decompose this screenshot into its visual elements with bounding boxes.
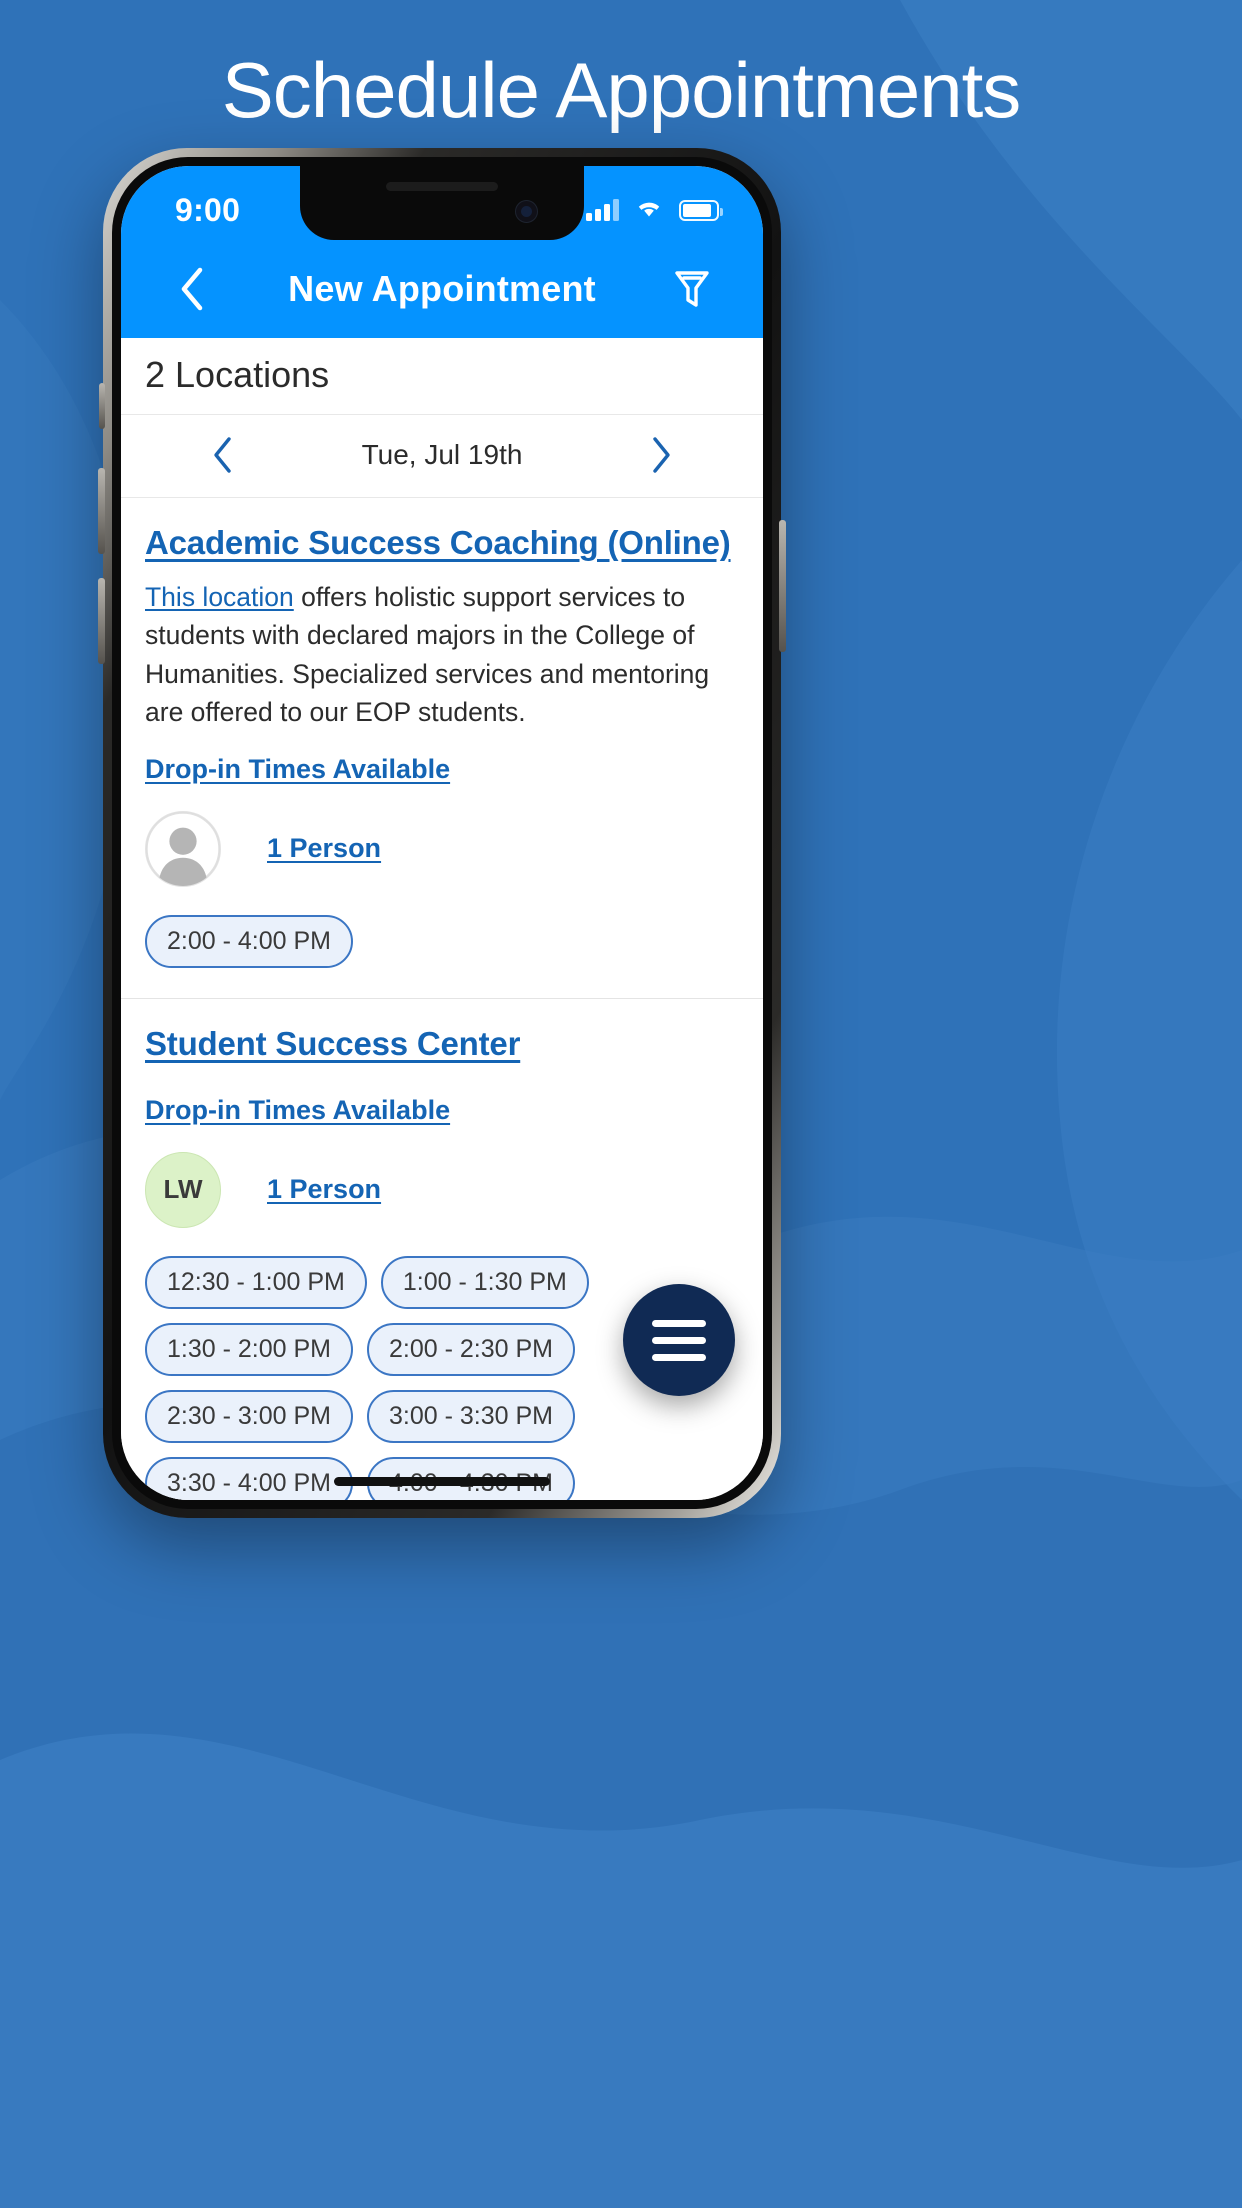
status-bar-time: 9:00 [175, 191, 241, 228]
time-slot-chip[interactable]: 3:00 - 3:30 PM [366, 1389, 575, 1443]
wifi-icon [635, 197, 663, 224]
earpiece-speaker-icon [386, 182, 498, 191]
phone-mute-switch [99, 383, 105, 429]
chevron-left-icon [214, 437, 231, 473]
dropin-times-link[interactable]: Drop-in Times Available [145, 754, 450, 785]
staff-row: LW 1 Person [145, 1151, 739, 1228]
avatar-initials: LW [145, 1151, 221, 1228]
person-silhouette-icon [146, 811, 220, 886]
phone-volume-up-button [98, 468, 105, 554]
filter-button[interactable] [661, 258, 723, 320]
location-description: This location offers holistic support se… [145, 578, 739, 732]
time-slot-chip[interactable]: 1:30 - 2:00 PM [145, 1322, 353, 1376]
next-day-button[interactable] [635, 429, 687, 481]
this-location-link[interactable]: This location [145, 582, 294, 612]
time-slot-list: 2:00 - 4:00 PM [145, 914, 739, 968]
dropin-times-link[interactable]: Drop-in Times Available [145, 1095, 450, 1126]
date-navigator: Tue, Jul 19th [121, 415, 763, 498]
page-title: Schedule Appointments [221, 46, 1022, 134]
menu-fab-button[interactable] [623, 1284, 735, 1396]
front-camera-icon [515, 200, 538, 223]
location-name-link[interactable]: Student Success Center [145, 1025, 520, 1063]
person-count-link[interactable]: 1 Person [267, 833, 381, 864]
previous-day-button[interactable] [197, 429, 249, 481]
cellular-signal-icon [586, 199, 619, 221]
battery-icon [679, 199, 723, 221]
person-count-link[interactable]: 1 Person [267, 1174, 381, 1205]
staff-row: 1 Person [145, 810, 739, 887]
phone-bezel: 9:00 New Appointment 2 Locations Tue, Ju… [112, 157, 772, 1509]
status-bar-icons [586, 197, 723, 224]
avatar [145, 810, 221, 887]
phone-mockup: 9:00 New Appointment 2 Locations Tue, Ju… [98, 148, 786, 1518]
time-slot-chip[interactable]: 2:30 - 3:00 PM [145, 1389, 353, 1443]
hamburger-menu-icon [652, 1319, 706, 1361]
current-date-label: Tue, Jul 19th [361, 439, 523, 470]
phone-screen: 9:00 New Appointment 2 Locations Tue, Ju… [121, 166, 763, 1500]
nav-bar: New Appointment [121, 240, 763, 338]
home-indicator [334, 1477, 550, 1486]
phone-power-button [779, 520, 786, 652]
time-slot-chip[interactable]: 2:00 - 2:30 PM [366, 1322, 575, 1376]
nav-title: New Appointment [288, 268, 596, 309]
location-name-link[interactable]: Academic Success Coaching (Online) [145, 524, 731, 562]
back-button[interactable] [161, 258, 223, 320]
time-slot-chip[interactable]: 1:00 - 1:30 PM [380, 1255, 589, 1309]
phone-notch [300, 166, 584, 240]
location-card[interactable]: Academic Success Coaching (Online) This … [121, 498, 763, 999]
chevron-left-icon [181, 267, 203, 311]
time-slot-chip[interactable]: 2:00 - 4:00 PM [145, 914, 353, 968]
location-card[interactable]: Student Success Center Drop-in Times Ava… [121, 999, 763, 1500]
filter-funnel-icon [675, 271, 709, 307]
chevron-right-icon [653, 437, 670, 473]
locations-count: 2 Locations [121, 338, 763, 415]
time-slot-chip[interactable]: 3:30 - 4:00 PM [145, 1456, 353, 1500]
time-slot-chip[interactable]: 12:30 - 1:00 PM [145, 1255, 367, 1309]
phone-volume-down-button [98, 578, 105, 664]
